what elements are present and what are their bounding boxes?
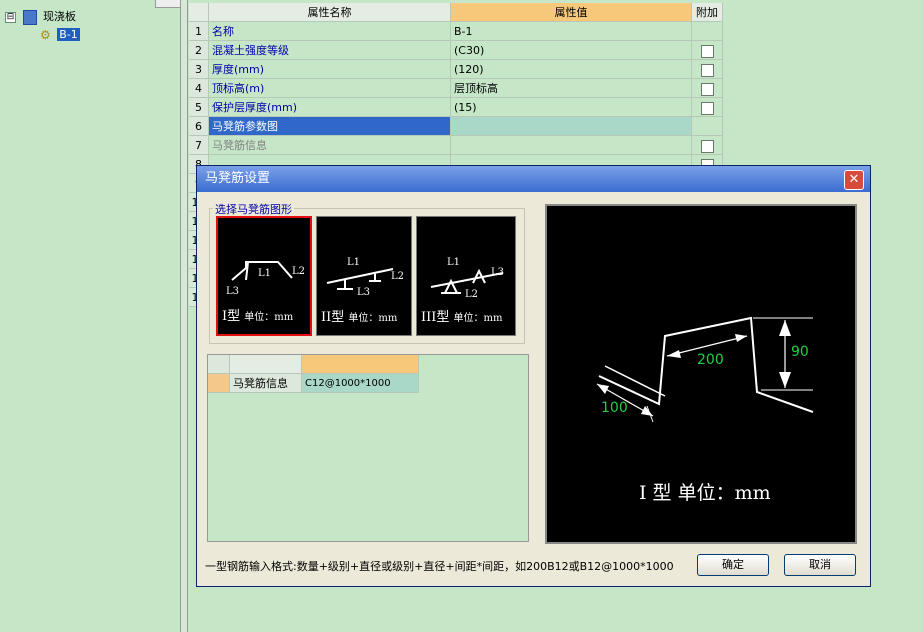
tree-node-child[interactable]: ⚙ B-1 <box>40 27 80 43</box>
property-name: 马凳筋参数图 <box>209 117 451 136</box>
preview-caption: I 型 单位：mm <box>639 482 771 504</box>
property-value[interactable]: (120) <box>451 60 692 79</box>
property-name: 混凝土强度等级 <box>209 41 451 60</box>
info-row-value[interactable]: C12@1000*1000 <box>302 374 419 393</box>
tree-toolbar <box>0 0 181 8</box>
property-name: 马凳筋信息 <box>209 136 451 155</box>
tree-node-child-label: B-1 <box>57 28 80 41</box>
grid-header: 属性名称 属性值 附加 <box>189 3 723 22</box>
table-row[interactable]: 6 马凳筋参数图 <box>189 117 723 136</box>
property-value[interactable]: B-1 <box>451 22 692 41</box>
property-add-cell <box>692 136 723 155</box>
property-name: 保护层厚度(mm) <box>209 98 451 117</box>
info-header-value <box>302 355 419 374</box>
add-checkbox[interactable] <box>700 44 714 58</box>
row-number: 3 <box>189 60 209 79</box>
info-header-name <box>230 355 302 374</box>
table-row[interactable]: 4 顶标高(m) 层顶标高 <box>189 79 723 98</box>
property-value[interactable] <box>451 136 692 155</box>
property-name: 厚度(mm) <box>209 60 451 79</box>
input-format-hint: 一型钢筋输入格式:数量+级别+直径或级别+直径+间距*间距，如200B12或B1… <box>205 560 674 573</box>
shape-2-caption: II型 单位：mm <box>321 310 398 325</box>
shape-3-label-b: L3 <box>491 267 504 278</box>
property-add-cell <box>692 22 723 41</box>
row-number: 5 <box>189 98 209 117</box>
tree-node-root[interactable]: ⊟ 现浇板 <box>5 9 76 25</box>
shape-option-type-3[interactable]: L1 L3 L2 III型 单位：mm <box>416 216 516 336</box>
ok-button[interactable]: 确定 <box>697 554 769 576</box>
stool-bar-info-table: 马凳筋信息 C12@1000*1000 <box>207 354 529 542</box>
property-value[interactable]: (C30) <box>451 41 692 60</box>
shape-group-label: 选择马凳筋图形 <box>213 201 294 217</box>
property-add-cell <box>692 117 723 136</box>
preview-dim-top: 200 <box>697 352 724 368</box>
property-value[interactable]: (15) <box>451 98 692 117</box>
tree-node-root-label: 现浇板 <box>43 10 76 23</box>
property-name: 名称 <box>209 22 451 41</box>
shape-3-label-a: L1 <box>447 257 460 268</box>
property-add-cell <box>692 79 723 98</box>
shape-1-label-c: L3 <box>226 286 239 297</box>
row-number: 1 <box>189 22 209 41</box>
property-add-cell <box>692 41 723 60</box>
dialog-title: 马凳筋设置 <box>205 171 271 186</box>
shape-option-type-1[interactable]: L1 L2 L3 I型 单位：mm <box>216 216 312 336</box>
table-row[interactable]: 5 保护层厚度(mm) (15) <box>189 98 723 117</box>
column-header-name[interactable]: 属性名称 <box>209 3 451 22</box>
shape-1-label-b: L2 <box>292 266 305 277</box>
add-checkbox[interactable] <box>700 101 714 115</box>
info-header-corner <box>208 355 230 374</box>
shape-2-label-c: L3 <box>357 287 370 298</box>
gear-icon: ⚙ <box>40 28 51 42</box>
add-checkbox[interactable] <box>700 63 714 77</box>
property-value[interactable] <box>451 117 692 136</box>
shape-option-type-2[interactable]: L1 L2 L3 II型 单位：mm <box>316 216 412 336</box>
add-checkbox[interactable] <box>700 139 714 153</box>
table-row[interactable]: 1 名称 B-1 <box>189 22 723 41</box>
preview-dim-side: 90 <box>791 344 809 360</box>
grid-header-corner <box>189 3 209 22</box>
table-row[interactable]: 2 混凝土强度等级 (C30) <box>189 41 723 60</box>
property-add-cell <box>692 60 723 79</box>
property-value[interactable]: 层顶标高 <box>451 79 692 98</box>
column-header-value[interactable]: 属性值 <box>451 3 692 22</box>
row-number: 6 <box>189 117 209 136</box>
shape-2-label-a: L1 <box>347 257 360 268</box>
shape-1-caption: I型 单位：mm <box>222 309 294 324</box>
shape-2-label-b: L2 <box>391 271 404 282</box>
collapse-icon[interactable]: ⊟ <box>5 11 16 23</box>
info-row-label: 马凳筋信息 <box>230 374 302 393</box>
row-number: 2 <box>189 41 209 60</box>
row-number: 7 <box>189 136 209 155</box>
add-checkbox[interactable] <box>700 82 714 96</box>
row-number: 4 <box>189 79 209 98</box>
dialog-title-bar[interactable]: 马凳筋设置 <box>197 166 870 192</box>
close-icon[interactable]: ✕ <box>844 170 864 190</box>
shape-3-caption: III型 单位：mm <box>421 310 503 325</box>
column-header-add[interactable]: 附加 <box>692 3 723 22</box>
preview-dim-left: 100 <box>601 400 628 416</box>
shape-3-label-c: L2 <box>465 289 478 300</box>
cancel-button[interactable]: 取消 <box>784 554 856 576</box>
table-row[interactable]: 7 马凳筋信息 <box>189 136 723 155</box>
shape-preview: 200 90 100 I 型 单位：mm <box>545 204 857 544</box>
panel-splitter[interactable] <box>180 0 188 632</box>
component-tree: ⊟ 现浇板 ⚙ B-1 <box>0 0 181 632</box>
table-row[interactable]: 3 厚度(mm) (120) <box>189 60 723 79</box>
property-add-cell <box>692 98 723 117</box>
stool-bar-settings-dialog: 马凳筋设置 ✕ 选择马凳筋图形 L1 L2 L3 I型 单位：mm L1 L2 … <box>196 165 871 587</box>
slab-book-icon <box>22 9 37 25</box>
info-row-indicator[interactable] <box>208 374 230 393</box>
tree-toolbar-button[interactable] <box>155 0 181 8</box>
property-name: 顶标高(m) <box>209 79 451 98</box>
shape-1-label-a: L1 <box>258 268 271 279</box>
